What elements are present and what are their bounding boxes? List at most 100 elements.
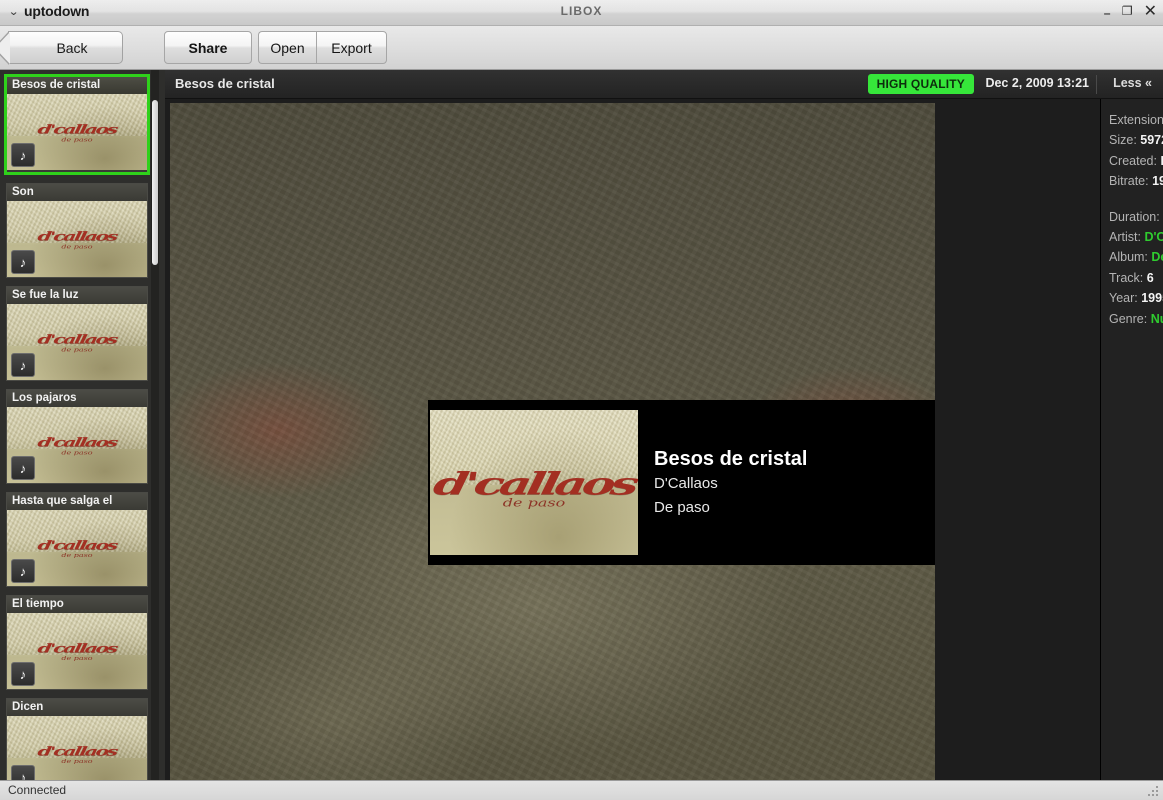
title-bar: ⌄ uptodown LIBOX – ❐ ✕ <box>0 0 1163 26</box>
artwork-logo: d'callaos <box>36 331 118 347</box>
artwork-logo: d'callaos <box>36 121 118 137</box>
now-playing-overlay: d'callaos de paso Besos de cristal D'Cal… <box>428 400 935 565</box>
now-playing-text: Besos de cristal D'Callaos De paso <box>654 446 807 520</box>
metadata-value: 6 <box>1146 270 1154 285</box>
playlist-sidebar: Besos de cristal d'callaos de paso ♪ Son d'ca… <box>0 70 165 780</box>
album-art-large: d'callaos de paso <box>430 410 638 555</box>
metadata-row: Size: 5972KB <box>1109 130 1163 150</box>
playlist-item[interactable]: Son d'callaos de paso ♪ <box>6 183 148 278</box>
metadata-label: Album: <box>1109 250 1148 265</box>
content-title: Besos de cristal <box>175 76 275 91</box>
metadata-panel: Extension: mp3Size: 5972KBCreated: Dec 2… <box>1100 99 1163 780</box>
content-header: Besos de cristal HIGH QUALITY Dec 2, 200… <box>165 70 1163 99</box>
album-art-subtitle: de paso <box>502 495 566 509</box>
artwork-subtitle: de paso <box>61 449 93 456</box>
artwork-logo: d'callaos <box>36 743 118 759</box>
metadata-label: Year: <box>1109 291 1138 306</box>
artwork-logo: d'callaos <box>36 640 118 656</box>
metadata-row: Bitrate: 192K <box>1109 171 1163 191</box>
share-button[interactable]: Share <box>164 31 252 64</box>
playlist-item[interactable]: Los pajaros d'callaos de paso ♪ <box>6 389 148 484</box>
metadata-spacer <box>1109 192 1163 207</box>
metadata-label: Track: <box>1109 270 1144 285</box>
playlist-item-title: Hasta que salga el <box>7 493 147 510</box>
overlay-artist: D'Callaos <box>654 474 718 492</box>
playlist-item-artwork: d'callaos de paso ♪ <box>7 407 147 483</box>
music-note-icon: ♪ <box>11 559 35 583</box>
maximize-icon[interactable]: ❐ <box>1122 3 1133 19</box>
music-note-icon: ♪ <box>11 353 35 377</box>
main-body: Besos de cristal d'callaos de paso ♪ Son d'ca… <box>0 70 1163 800</box>
metadata-value: 5972KB <box>1140 133 1163 148</box>
video-surface[interactable]: d'callaos de paso Besos de cristal D'Cal… <box>170 103 935 800</box>
metadata-row: Track: 6 <box>1109 268 1163 288</box>
playlist-item[interactable]: Dicen d'callaos de paso ♪ <box>6 698 148 780</box>
metadata-value: 1995 <box>1141 291 1163 306</box>
metadata-value: D'Callaos <box>1144 230 1163 245</box>
metadata-row: Duration: 4:15 <box>1109 207 1163 227</box>
artwork-logo: d'callaos <box>36 537 118 553</box>
artwork-subtitle: de paso <box>61 243 93 250</box>
header-date: Dec 2, 2009 13:21 <box>985 76 1089 90</box>
playlist-item-artwork: d'callaos de paso ♪ <box>7 94 147 170</box>
window-controls: – ❐ ✕ <box>1103 3 1157 22</box>
metadata-label: Extension: <box>1109 113 1163 127</box>
playlist-item-artwork: d'callaos de paso ♪ <box>7 613 147 689</box>
music-note-icon: ♪ <box>11 662 35 686</box>
sidebar-scrollbar-thumb[interactable] <box>152 100 158 265</box>
playlist-item[interactable]: Besos de cristal d'callaos de paso ♪ <box>4 74 150 175</box>
playlist-item-artwork: d'callaos de paso ♪ <box>7 201 147 277</box>
back-button[interactable]: Back <box>0 31 123 65</box>
music-note-icon: ♪ <box>11 250 35 274</box>
metadata-label: Genre: <box>1109 311 1148 326</box>
metadata-row: Extension: mp3 <box>1109 110 1163 130</box>
status-bar: Connected <box>0 780 1163 800</box>
window-title: LIBOX <box>560 4 603 18</box>
music-note-icon: ♪ <box>11 456 35 480</box>
playlist-item-title: Dicen <box>7 699 147 716</box>
metadata-label: Created: <box>1109 153 1157 168</box>
metadata-row: Artist: D'Callaos <box>1109 227 1163 247</box>
music-note-icon: ♪ <box>11 143 35 167</box>
libox-window: ⌄ uptodown LIBOX – ❐ ✕ Back Share Open E… <box>0 0 1163 800</box>
metadata-row: Genre: Nu flamenc <box>1109 309 1163 329</box>
overlay-track-title: Besos de cristal <box>654 447 808 470</box>
playlist-item-title: Se fue la luz <box>7 287 147 304</box>
toolbar: Back Share Open Export <box>0 26 1163 70</box>
playlist-item[interactable]: Hasta que salga el d'callaos de paso ♪ <box>6 492 148 587</box>
metadata-row: Album: De paso <box>1109 247 1163 267</box>
artwork-subtitle: de paso <box>61 136 93 143</box>
overlay-album: De paso <box>654 498 710 516</box>
playlist-item-artwork: d'callaos de paso ♪ <box>7 716 147 780</box>
artwork-subtitle: de paso <box>61 655 93 662</box>
metadata-row: Created: Dec 2, 2009 13:21 <box>1109 151 1163 171</box>
status-text: Connected <box>8 783 67 797</box>
toolbar-button-group: Share Open Export <box>164 31 387 64</box>
artwork-subtitle: de paso <box>61 552 93 559</box>
artwork-logo: d'callaos <box>36 228 118 244</box>
playlist-item-artwork: d'callaos de paso ♪ <box>7 304 147 380</box>
metadata-label: Duration: <box>1109 209 1160 224</box>
metadata-label: Size: <box>1109 133 1137 148</box>
minimize-icon[interactable]: – <box>1103 5 1111 21</box>
open-button[interactable]: Open <box>258 31 316 64</box>
metadata-label: Bitrate: <box>1109 174 1149 189</box>
back-button-label: Back <box>56 39 88 56</box>
playlist-item-title: Los pajaros <box>7 390 147 407</box>
playlist-item[interactable]: El tiempo d'callaos de paso ♪ <box>6 595 148 690</box>
playlist-item-title: Besos de cristal <box>7 77 147 94</box>
playlist-item[interactable]: Se fue la luz d'callaos de paso ♪ <box>6 286 148 381</box>
playlist-item-title: El tiempo <box>7 596 147 613</box>
music-note-icon: ♪ <box>11 765 35 780</box>
playlist-item-artwork: d'callaos de paso ♪ <box>7 510 147 586</box>
export-button[interactable]: Export <box>316 31 387 64</box>
less-toggle[interactable]: Less « <box>1113 76 1152 90</box>
artwork-subtitle: de paso <box>61 758 93 765</box>
resize-grip-icon[interactable] <box>1146 784 1160 798</box>
artwork-subtitle: de paso <box>61 346 93 353</box>
metadata-value: Nu flamenc <box>1150 311 1163 326</box>
metadata-value: De paso <box>1151 250 1163 265</box>
close-icon[interactable]: ✕ <box>1144 3 1157 19</box>
metadata-row: Year: 1995 <box>1109 288 1163 308</box>
artwork-logo: d'callaos <box>36 434 118 450</box>
